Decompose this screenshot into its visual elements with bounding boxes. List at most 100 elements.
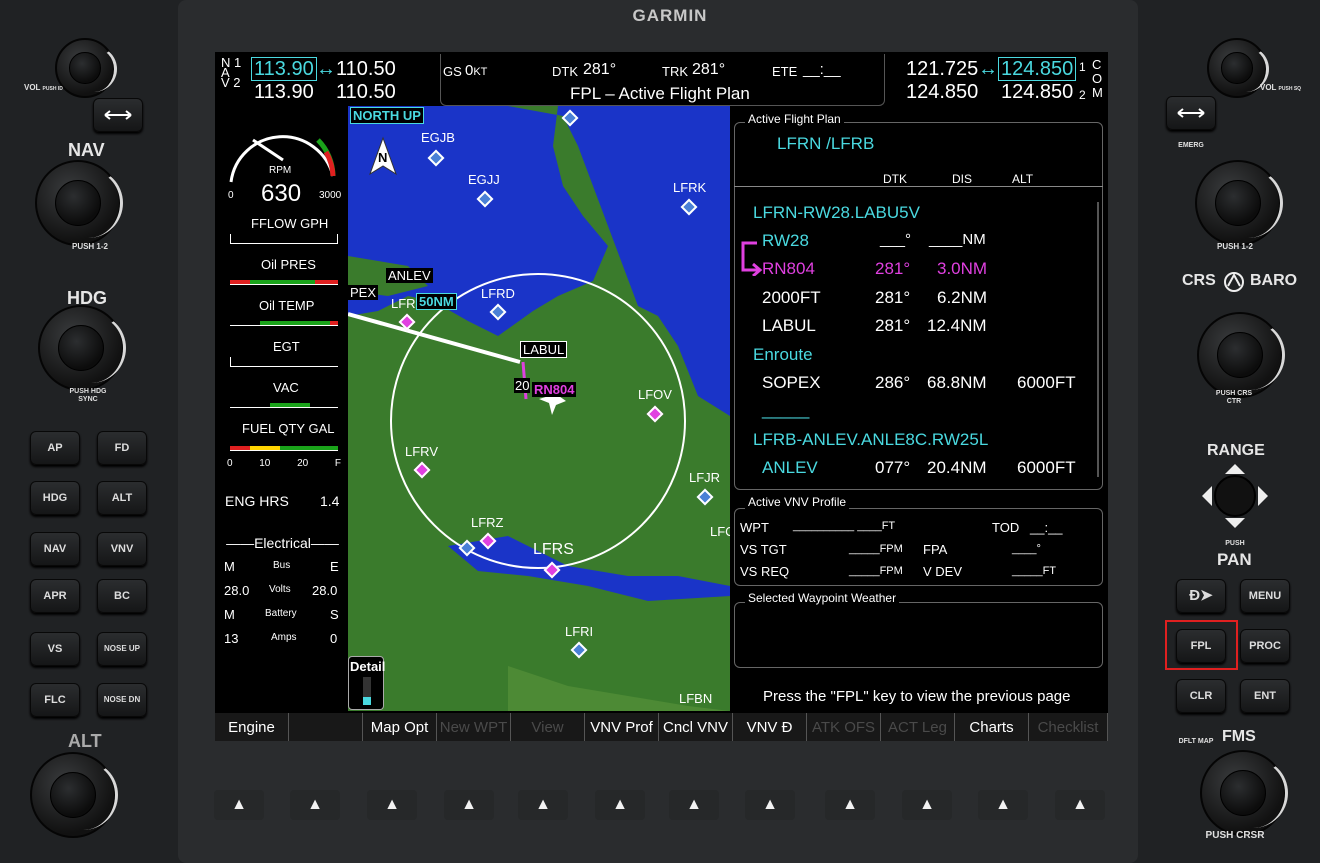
softkey-button-8[interactable]: ▲ [745,790,795,820]
vnv-title: Active VNV Profile [745,495,850,509]
north-up-label[interactable]: NORTH UP [350,107,424,124]
waypoint-weather-panel [734,602,1103,668]
range-pan-joystick[interactable] [1198,460,1272,532]
fpl-row-5-name[interactable]: Enroute [753,345,813,365]
fpl-row-8-name[interactable]: LFRB-ANLEV.ANLE8C.RW25L [753,430,988,450]
softkey-vnv-prof[interactable]: VNV Prof [585,713,659,741]
softkey-new-wpt[interactable]: New WPT [437,713,511,741]
softkey-view[interactable]: View [511,713,585,741]
com2-standby[interactable]: 124.850 [1001,81,1073,104]
softkey-map-opt[interactable]: Map Opt [363,713,437,741]
fpl-row-7-name[interactable]: _____ [762,400,809,420]
softkey-button-10[interactable]: ▲ [902,790,952,820]
vnv-tod-value: __:__ [1030,520,1063,535]
softkey-button-5[interactable]: ▲ [518,790,568,820]
softkey-button-4[interactable]: ▲ [444,790,494,820]
hdg-button[interactable]: HDG [30,481,80,515]
nav2-standby[interactable]: 110.50 [336,81,396,104]
volume-knob-left[interactable] [55,38,117,98]
push-crsr-label: PUSH CRSR [1205,830,1265,841]
fms-label: FMS [1222,728,1256,745]
softkey-button-12[interactable]: ▲ [1055,790,1105,820]
softkey-blank[interactable] [289,713,363,741]
proc-button[interactable]: PROC [1240,629,1290,663]
nose-up-button[interactable]: NOSE UP [97,632,147,666]
up-arrow-icon: ▲ [686,796,702,813]
alt-knob[interactable] [30,752,118,838]
fpl-row-2-dis: 3.0NM [937,259,988,278]
nav1-swap-icon: ↔ [316,58,336,80]
fpl-row-1-dtk: ___° [880,231,912,248]
fpl-row-4-name[interactable]: LABUL [762,316,816,336]
detail-indicator[interactable]: Detail [348,656,385,710]
nav-button[interactable]: NAV [30,532,80,566]
map-label-20: 20 [514,378,531,393]
nav1-standby[interactable]: 110.50 [336,58,396,81]
softkey-cncl-vnv[interactable]: Cncl VNV [659,713,733,741]
softkey-engine[interactable]: Engine [215,713,289,741]
map-label-pex: PEX [348,285,379,300]
bc-button[interactable]: BC [97,579,147,613]
map-overlay [348,273,686,569]
battery-s: S [330,607,339,622]
menu-button[interactable]: MENU [1240,579,1290,613]
fpl-row-3-name[interactable]: 2000FT [762,288,821,308]
moving-map[interactable]: NORTH UP N EGJB EGJJ LFRK ANLEV PEX LFR … [348,106,730,711]
fpl-route[interactable]: LFRN /LFRB [777,134,874,154]
ent-button[interactable]: ENT [1240,679,1290,713]
nav-swap-button[interactable] [93,98,143,132]
nose-dn-button[interactable]: NOSE DN [97,683,147,717]
up-arrow-icon: ▲ [842,796,858,813]
softkey-button-2[interactable]: ▲ [290,790,340,820]
softkey-checklist[interactable]: Checklist [1029,713,1108,741]
vnv-button[interactable]: VNV [97,532,147,566]
softkey-button-7[interactable]: ▲ [669,790,719,820]
nav1-active[interactable]: 113.90 [254,58,314,81]
fpl-row-0-name[interactable]: LFRN-RW28.LABU5V [753,203,920,223]
volume-knob-right[interactable] [1207,38,1269,98]
map-label-egjj: EGJJ [468,172,500,187]
vnv-vdev-label: V DEV [923,564,963,579]
com1-standby[interactable]: 124.850 [1001,58,1073,81]
clr-button[interactable]: CLR [1176,679,1226,713]
vnv-tod-label: TOD [992,520,1020,535]
softkey-button-11[interactable]: ▲ [978,790,1028,820]
com2-active[interactable]: 124.850 [906,81,978,104]
softkey-button-1[interactable]: ▲ [214,790,264,820]
softkey-button-3[interactable]: ▲ [367,790,417,820]
nav-knob[interactable] [35,160,123,246]
vs-button[interactable]: VS [30,632,80,666]
com-label-stack: COM [1092,57,1103,100]
softkey-atk-ofs[interactable]: ATK OFS [807,713,881,741]
fpl-row-2-dtk: 281° [875,259,911,278]
fpl-row-2-name[interactable]: RN804 [762,259,815,279]
map-label-lfov: LFOV [638,387,672,402]
crs-baro-knob[interactable] [1197,312,1285,398]
com-knob[interactable] [1195,160,1283,246]
softkey-act-leg[interactable]: ACT Leg [881,713,955,741]
hdg-knob[interactable] [38,305,126,391]
apr-button[interactable]: APR [30,579,80,613]
fpl-row-9-name[interactable]: ANLEV [762,458,818,478]
fpl-row-9-alt: 6000FT [1017,458,1076,477]
up-arrow-icon: ▲ [231,796,247,813]
flc-button[interactable]: FLC [30,683,80,717]
fpl-row-1-name[interactable]: RW28 [762,231,809,251]
alt-button[interactable]: ALT [97,481,147,515]
softkey-charts[interactable]: Charts [955,713,1029,741]
com1-active[interactable]: 121.725 [906,58,978,81]
fuel-qty-bar [230,439,338,451]
fd-button[interactable]: FD [97,431,147,465]
fpl-row-6-name[interactable]: SOPEX [762,373,821,393]
direct-to-button[interactable]: Đ➤ [1176,579,1226,613]
nav2-active[interactable]: 113.90 [254,81,314,104]
oil-temp-label: Oil TEMP [259,298,315,313]
fms-knob[interactable] [1200,750,1288,836]
fpl-scrollbar[interactable] [1097,202,1099,477]
softkey-vnv-direct[interactable]: VNV Đ [733,713,807,741]
softkey-button-9[interactable]: ▲ [825,790,875,820]
softkey-button-6[interactable]: ▲ [595,790,645,820]
amps-s: 0 [330,631,338,646]
ap-button[interactable]: AP [30,431,80,465]
com-swap-button[interactable] [1166,96,1216,130]
